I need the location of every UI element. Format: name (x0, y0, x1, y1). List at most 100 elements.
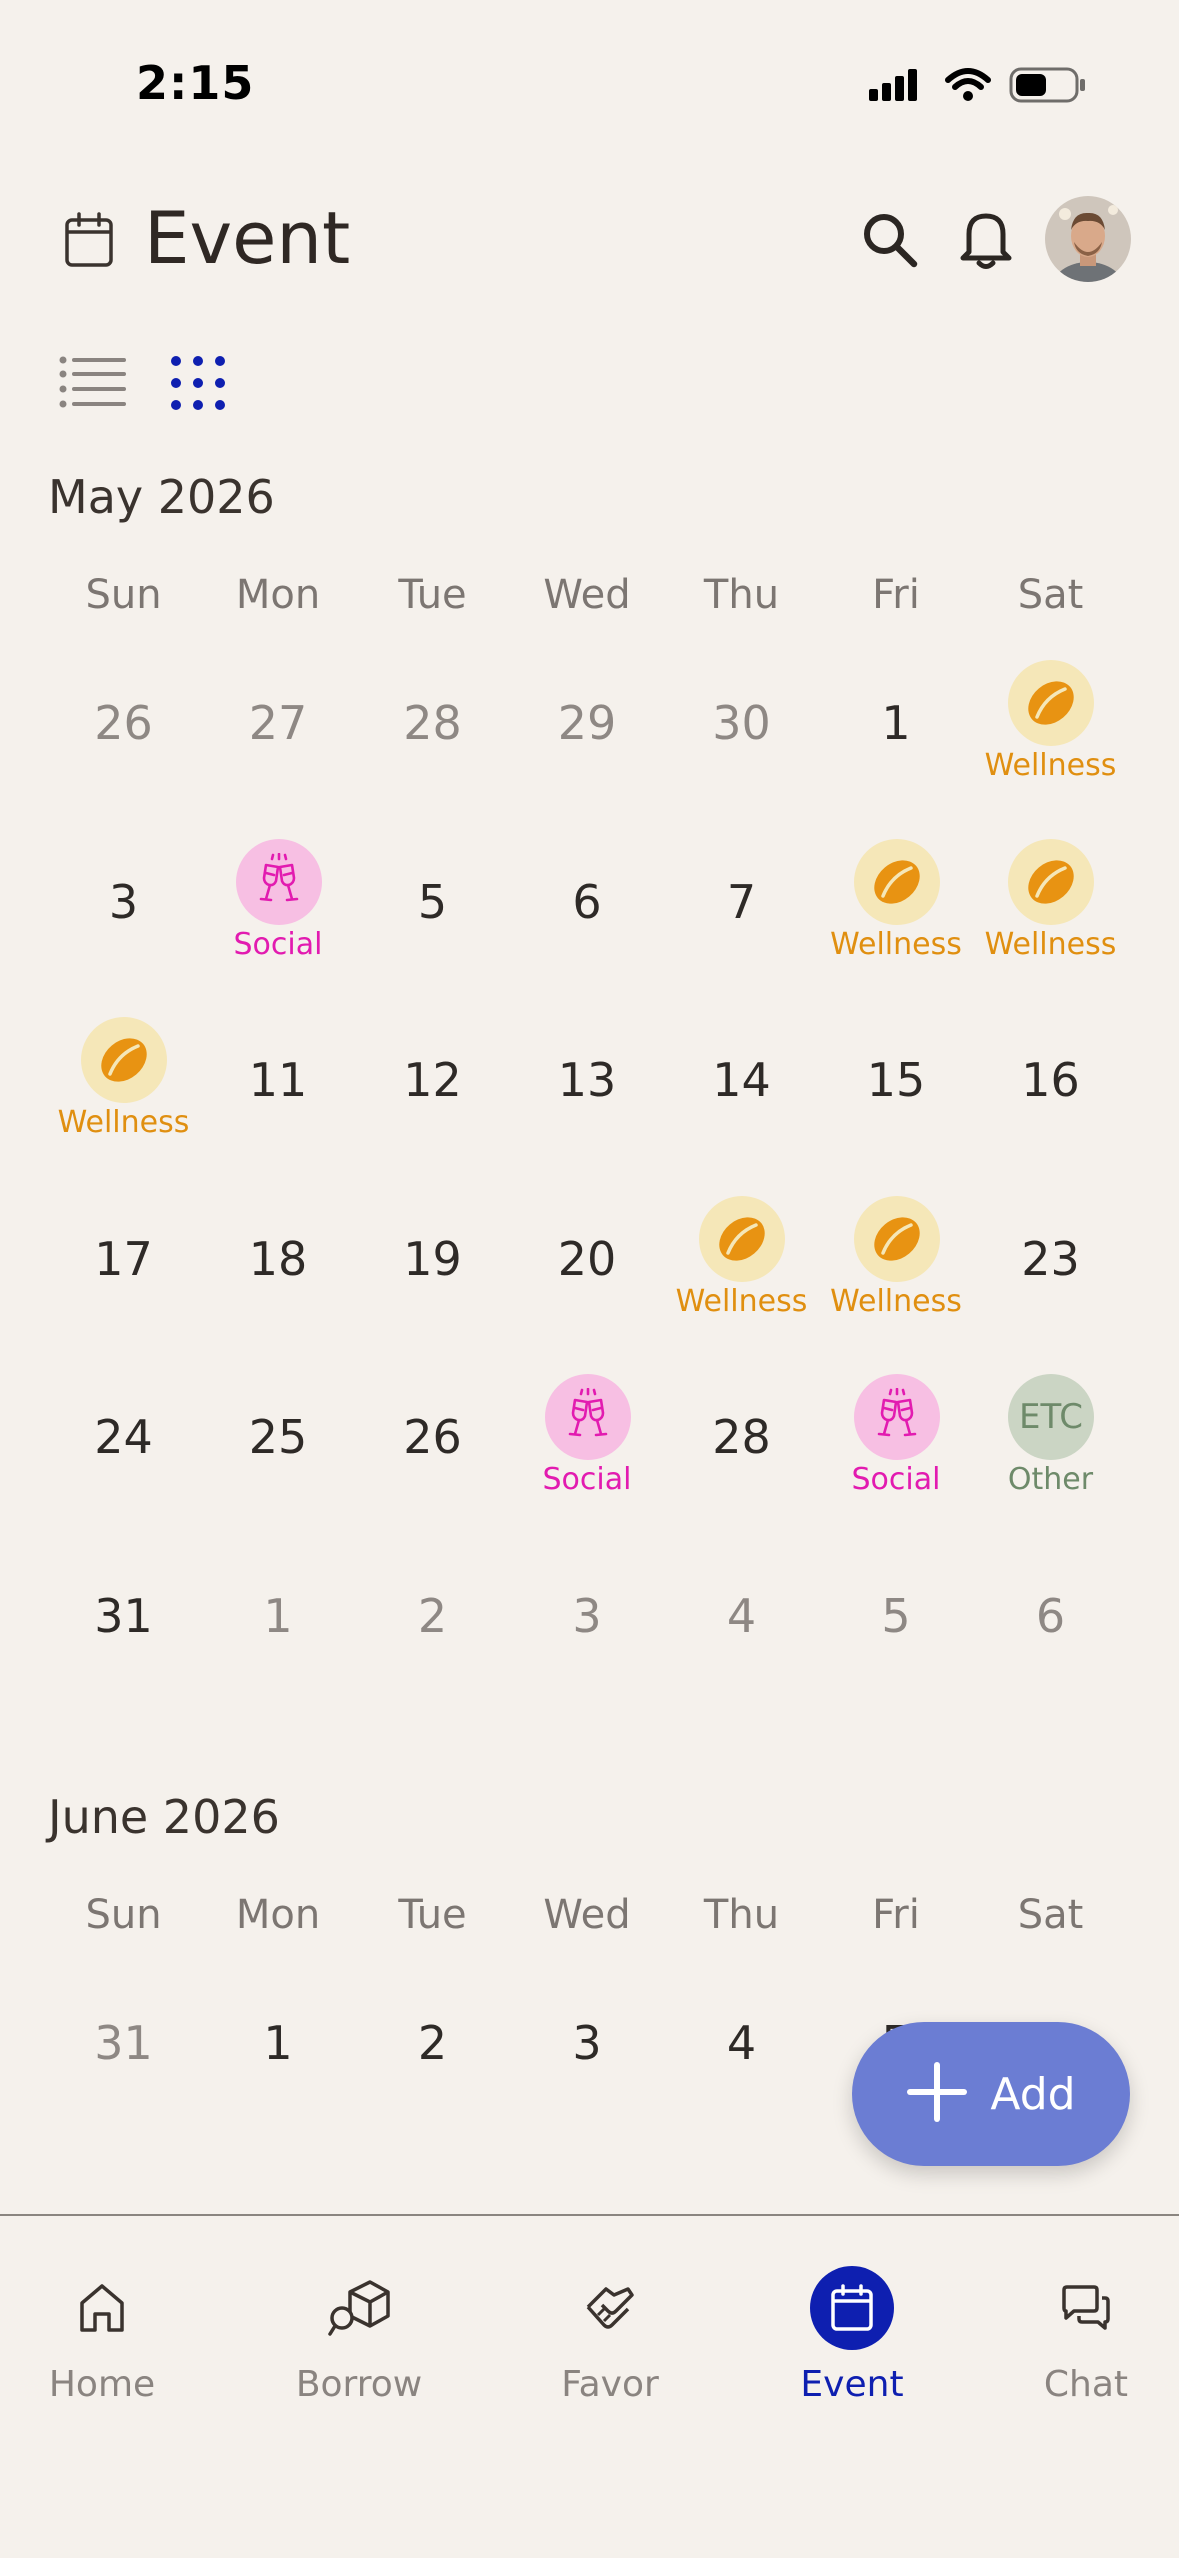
wellness-event-icon[interactable] (1008, 660, 1094, 746)
day-number: 13 (557, 1053, 617, 1107)
day-number: 4 (726, 1588, 757, 1643)
day-number: 19 (403, 1231, 462, 1286)
calendar-day[interactable]: Wellness (46, 1017, 201, 1195)
calendar-day[interactable]: 3 (510, 1553, 665, 1731)
calendar-day[interactable]: Social (510, 1374, 665, 1552)
calendar-day[interactable]: 4 (664, 1553, 819, 1731)
calendar-day[interactable]: 27 (201, 660, 356, 838)
calendar-day[interactable]: 12 (355, 1017, 510, 1195)
wellness-event-icon[interactable] (853, 838, 940, 925)
calendar-day[interactable]: Wellness (819, 838, 974, 1017)
plus-icon (906, 2061, 968, 2127)
calendar-day[interactable]: 17 (46, 1196, 201, 1374)
weekday-label: Thu (703, 572, 780, 618)
calendar-day[interactable]: Social (201, 838, 356, 1017)
box-search-icon (317, 2266, 401, 2350)
calendar-day[interactable]: 1 (201, 1553, 356, 1731)
page-title: Event (144, 196, 351, 280)
calendar-day[interactable]: 1 (819, 660, 974, 838)
chat-icon (1044, 2266, 1128, 2350)
calendar-day[interactable]: 31 (46, 1980, 201, 2158)
calendar-day[interactable]: 15 (819, 1017, 974, 1195)
notifications-button[interactable] (948, 204, 1024, 280)
calendar-day[interactable]: 25 (201, 1374, 356, 1552)
event-label: Wellness (984, 748, 1117, 783)
calendar-day[interactable]: 6 (973, 1553, 1128, 1731)
wellness-event-icon[interactable] (853, 1195, 940, 1282)
weekday-label: Mon (235, 572, 321, 618)
calendar-day[interactable]: 24 (46, 1374, 201, 1552)
event-label: Wellness (984, 926, 1117, 962)
calendar-day[interactable]: ETC Other (973, 1374, 1128, 1552)
calendar-day[interactable]: 2 (355, 1553, 510, 1731)
calendar-day[interactable]: 19 (355, 1196, 510, 1374)
calendar-day[interactable]: 20 (510, 1196, 665, 1374)
calendar-day[interactable]: 28 (664, 1374, 819, 1552)
social-event-icon[interactable] (853, 1374, 940, 1460)
nav-favor[interactable]: Favor (510, 2266, 710, 2446)
calendar-day[interactable]: 30 (664, 660, 819, 838)
social-event-icon[interactable] (235, 838, 322, 925)
calendar-day[interactable]: 6 (510, 839, 665, 1017)
calendar-day[interactable]: 11 (201, 1017, 356, 1195)
day-number: 2 (417, 1588, 448, 1643)
calendar-day[interactable]: 16 (973, 1017, 1128, 1195)
wellness-event-icon[interactable] (81, 1017, 167, 1103)
day-number: 26 (94, 696, 153, 750)
search-icon (860, 210, 920, 274)
calendar-day[interactable]: Wellness (973, 660, 1128, 838)
calendar-day[interactable]: 28 (355, 660, 510, 838)
nav-chat-label: Chat (1043, 2364, 1129, 2405)
day-number: 5 (417, 874, 448, 929)
wellness-event-icon[interactable] (1008, 838, 1094, 925)
handshake-icon (568, 2266, 652, 2350)
calendar-day[interactable]: 3 (46, 839, 201, 1017)
nav-home[interactable]: Home (2, 2266, 202, 2446)
etc-badge-text: ETC (1019, 1397, 1083, 1437)
day-number: 11 (248, 1053, 308, 1107)
search-button[interactable] (852, 204, 928, 280)
add-event-button[interactable]: Add (852, 2022, 1130, 2166)
nav-home-label: Home (48, 2364, 156, 2405)
calendar-day[interactable]: Wellness (973, 838, 1128, 1017)
grid-view-toggle[interactable] (158, 350, 238, 420)
calendar-day[interactable]: 7 (664, 839, 819, 1017)
wellness-event-icon[interactable] (699, 1195, 785, 1282)
calendar-day[interactable]: 3 (510, 1980, 665, 2158)
nav-borrow[interactable]: Borrow (259, 2266, 459, 2446)
event-label: Social (233, 926, 323, 962)
calendar-day[interactable]: 2 (355, 1980, 510, 2158)
status-time: 2:15 (136, 56, 255, 110)
day-number: 23 (1021, 1231, 1080, 1286)
calendar-day[interactable]: 31 (46, 1553, 201, 1731)
day-number: 3 (572, 1588, 602, 1643)
day-number: 28 (712, 1410, 771, 1464)
calendar-day[interactable]: 4 (664, 1980, 819, 2158)
calendar-day[interactable]: 23 (973, 1196, 1128, 1374)
list-view-toggle[interactable] (52, 350, 132, 420)
nav-chat[interactable]: Chat (986, 2266, 1179, 2446)
calendar-day[interactable]: 26 (355, 1374, 510, 1552)
calendar-day[interactable]: Wellness (819, 1195, 974, 1374)
calendar-day[interactable]: Wellness (664, 1195, 819, 1374)
weekday-label: Tue (398, 1892, 467, 1938)
calendar-day[interactable]: 18 (201, 1196, 356, 1374)
weekday-label: Sat (1017, 1892, 1084, 1938)
calendar-day[interactable]: 5 (819, 1553, 974, 1731)
day-number: 31 (94, 2016, 153, 2070)
social-event-icon[interactable] (544, 1374, 631, 1460)
profile-avatar[interactable] (1045, 196, 1131, 282)
calendar-day[interactable]: 29 (510, 660, 665, 838)
day-number: 25 (248, 1410, 308, 1464)
calendar-day[interactable]: Social (819, 1374, 974, 1552)
calendar-day[interactable]: 26 (46, 660, 201, 838)
day-number: 30 (712, 696, 771, 750)
calendar-day[interactable]: 13 (510, 1017, 665, 1195)
calendar-day[interactable]: 14 (664, 1017, 819, 1195)
calendar-day[interactable]: 1 (201, 1980, 356, 2158)
calendar-day[interactable]: 5 (355, 839, 510, 1017)
other-event-icon[interactable]: ETC (1008, 1374, 1094, 1460)
nav-borrow-label: Borrow (295, 2364, 423, 2405)
nav-event[interactable]: Event (752, 2266, 952, 2446)
day-number: 24 (94, 1410, 153, 1464)
